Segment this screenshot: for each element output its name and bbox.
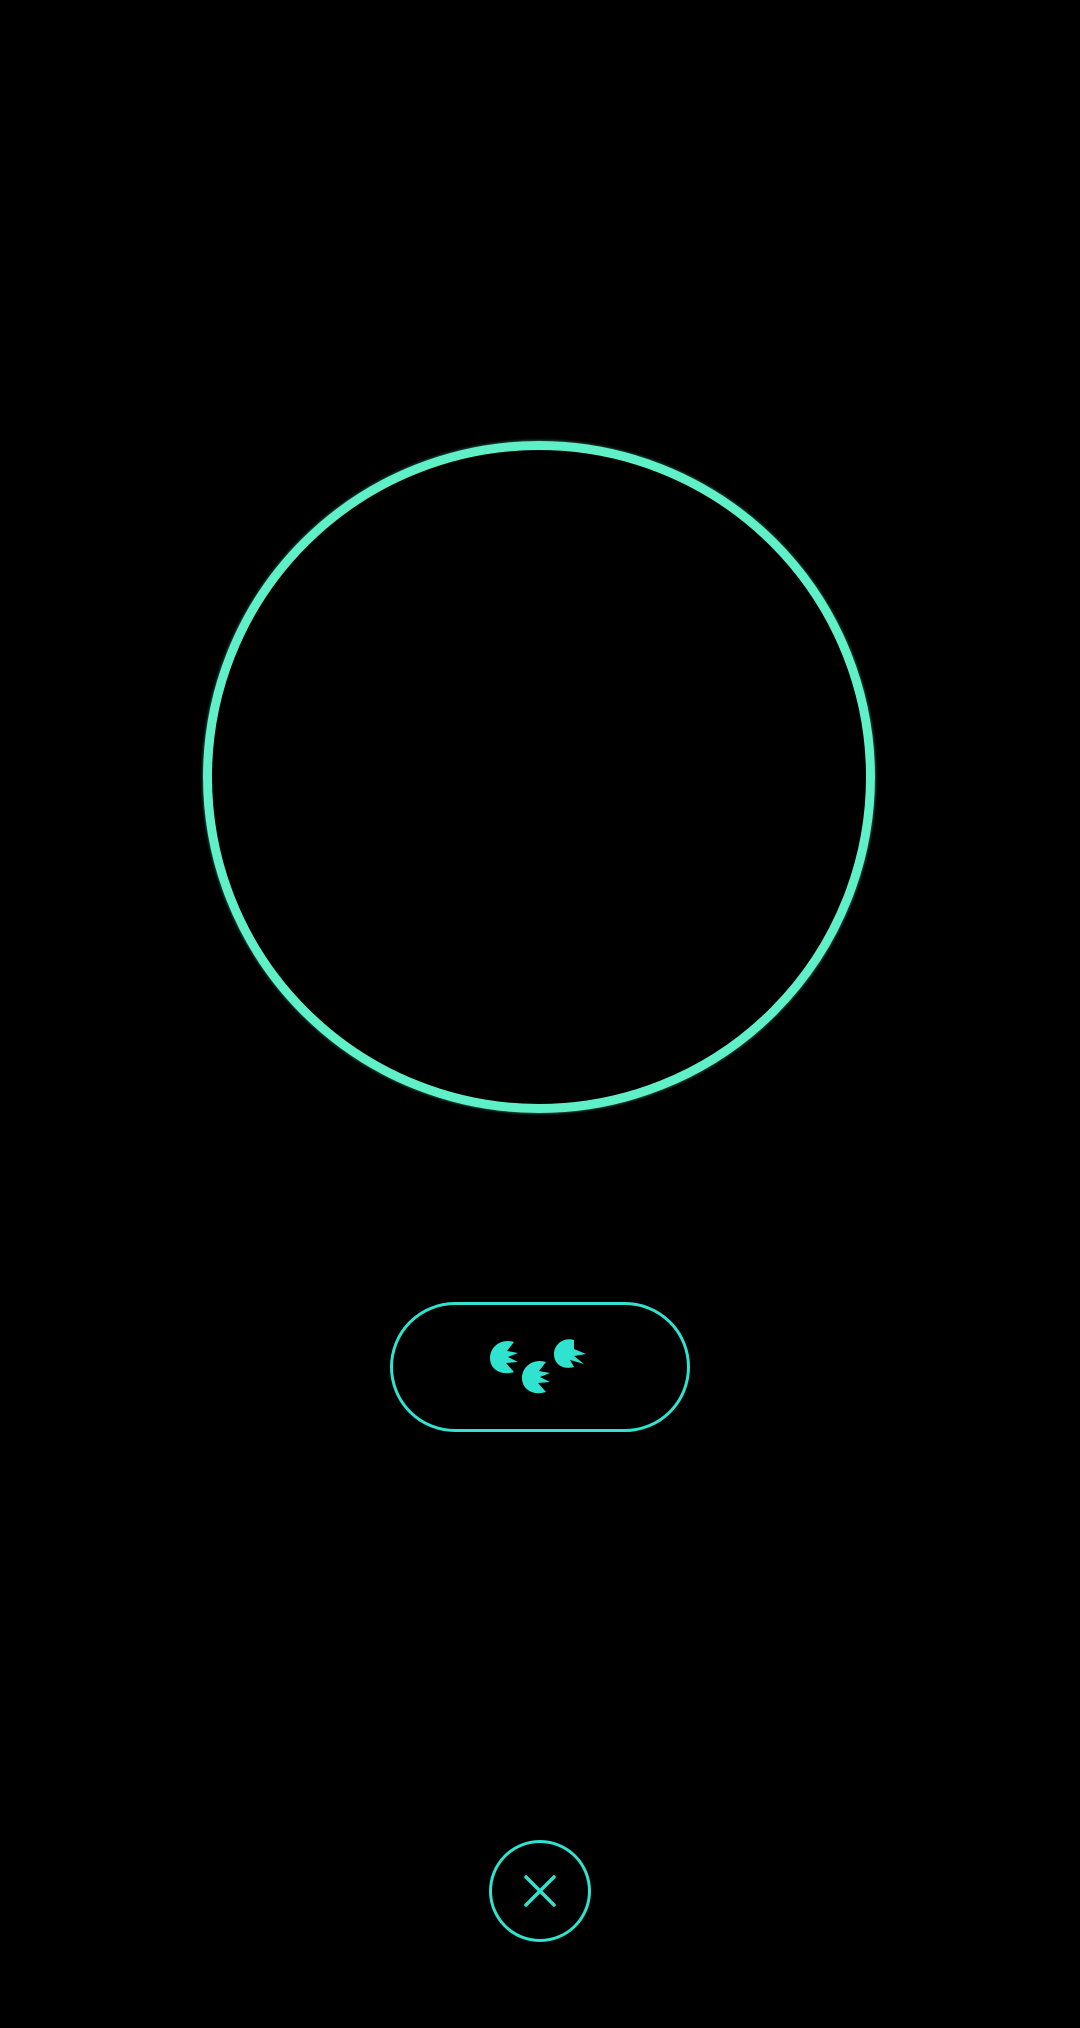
tracks-button[interactable] xyxy=(390,1302,690,1432)
capture-screen xyxy=(0,0,1080,2028)
footprints-icon xyxy=(490,1339,586,1394)
close-icon xyxy=(524,1875,556,1907)
close-button[interactable] xyxy=(489,1840,591,1942)
capture-ring xyxy=(203,441,875,1113)
